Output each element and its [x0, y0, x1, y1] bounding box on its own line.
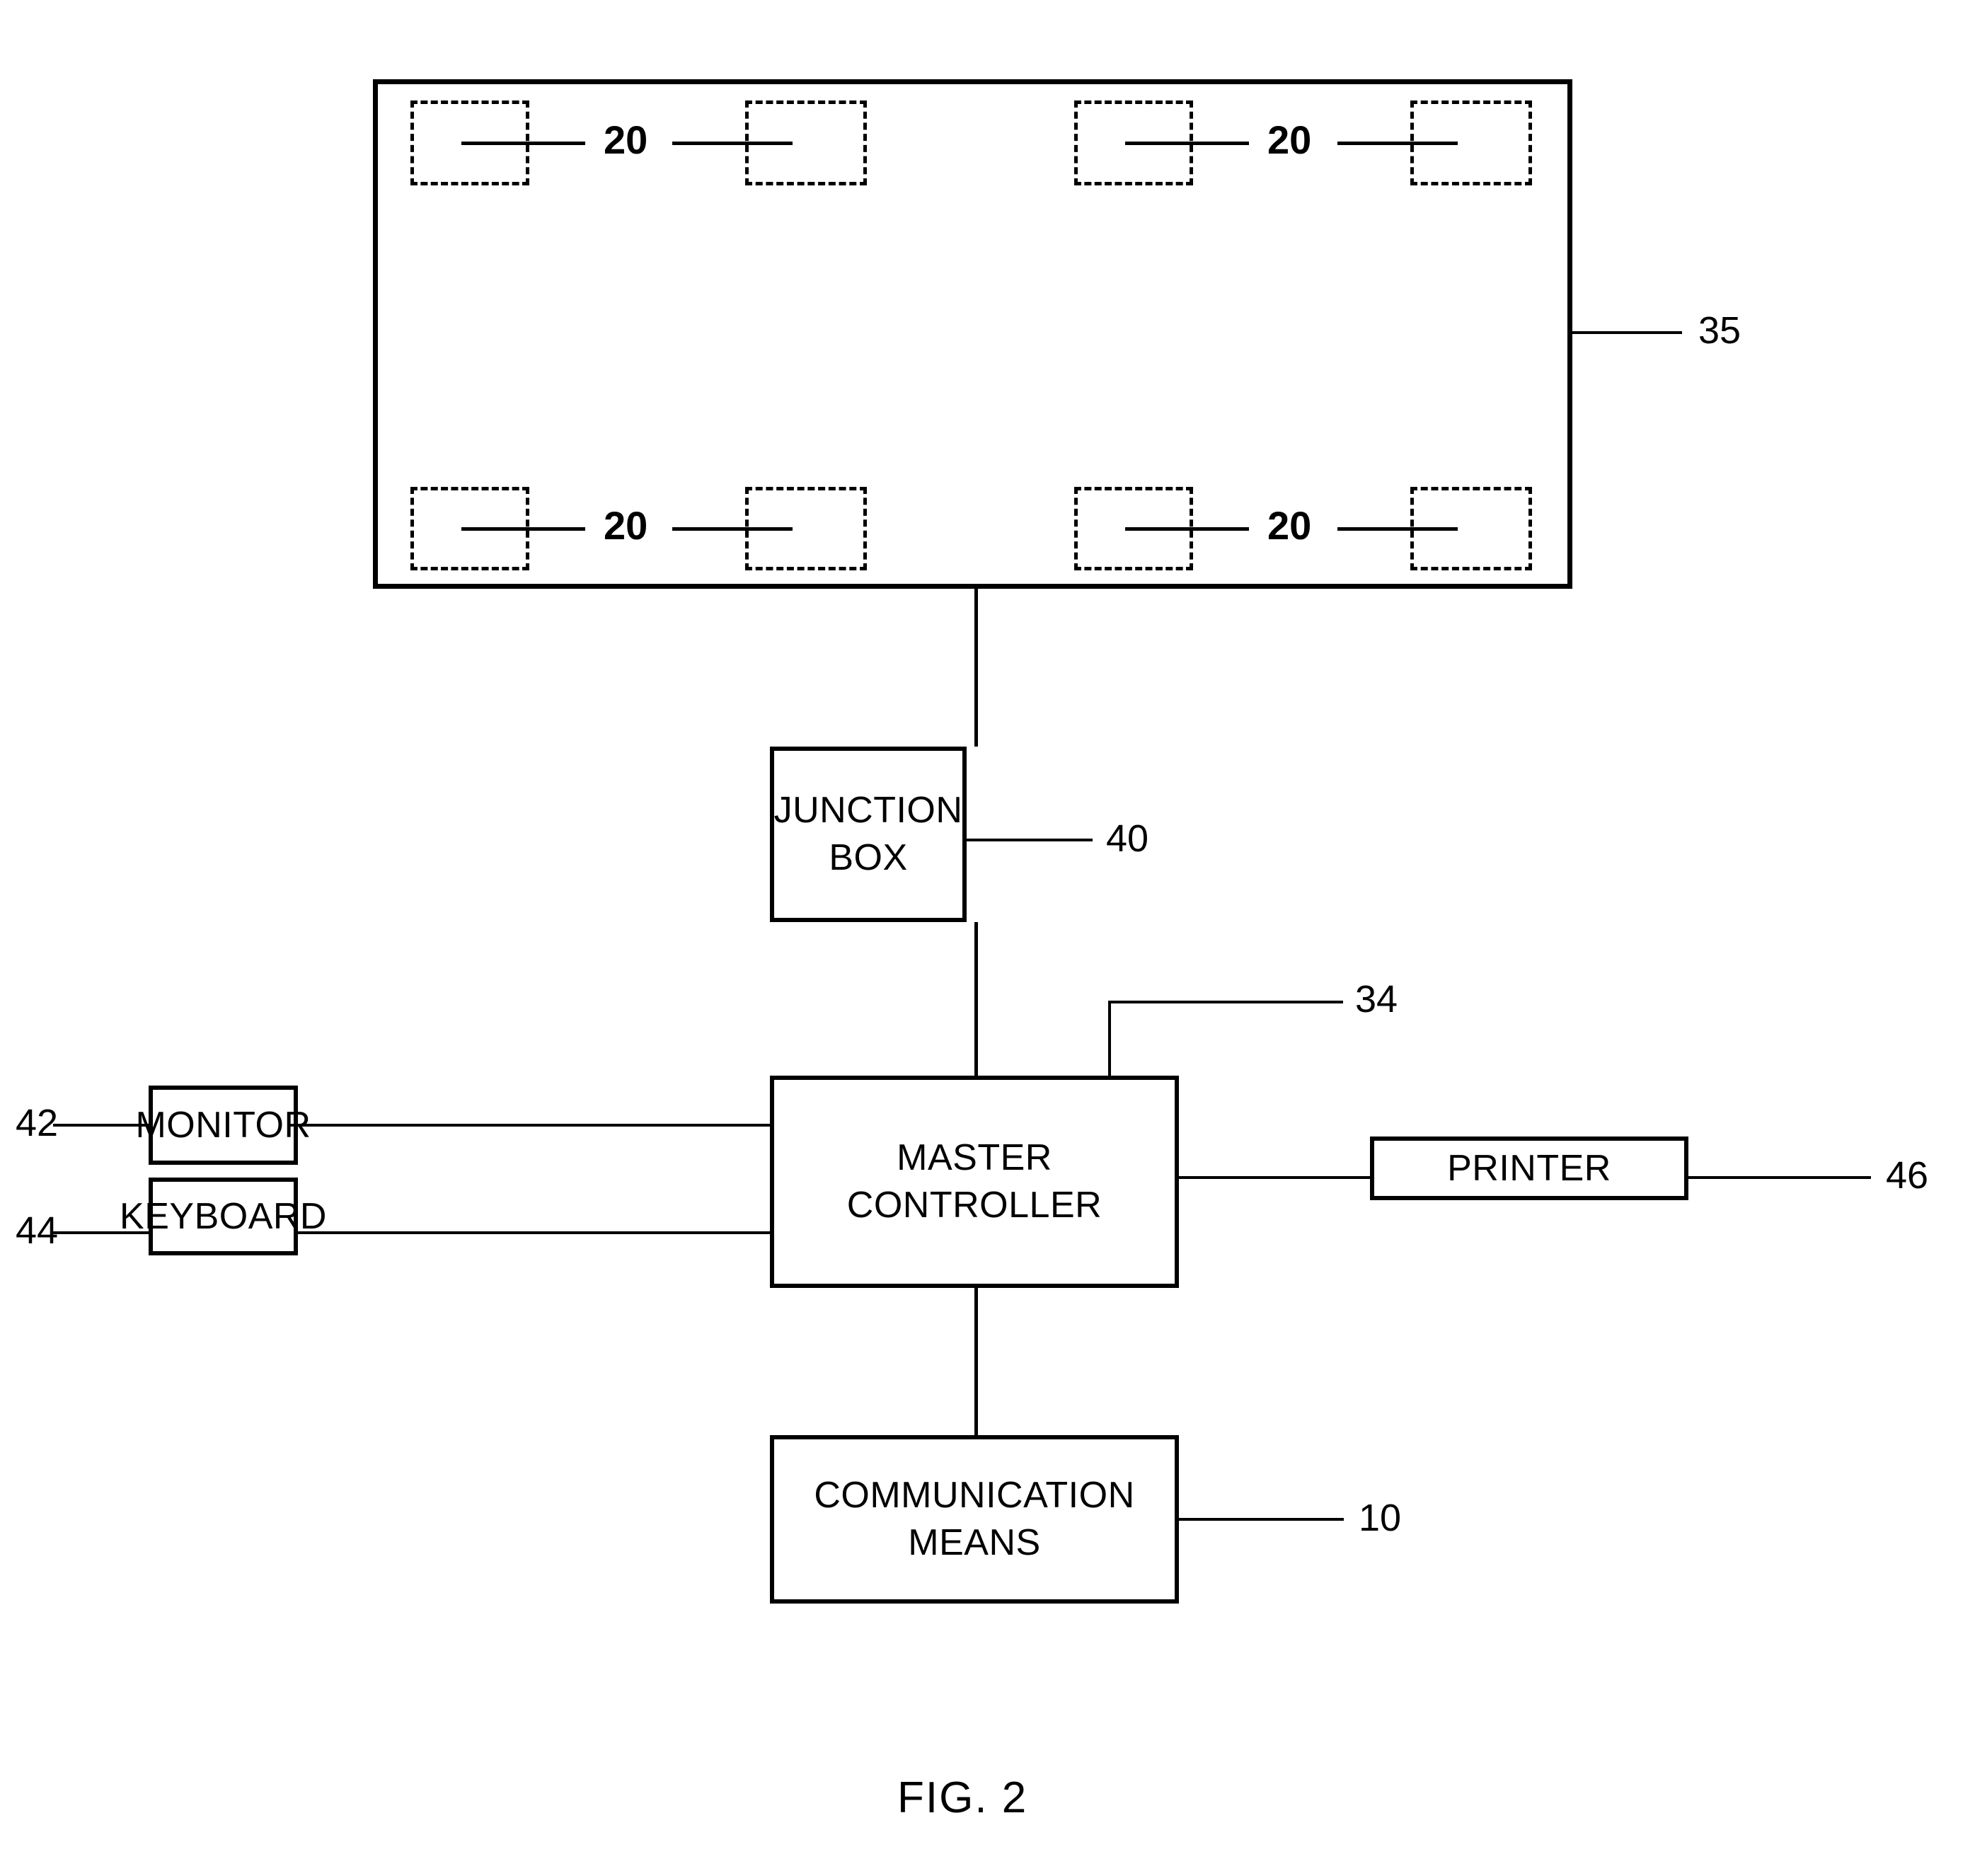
patent-figure-sheet: 20 20 20 20 35 JUNCTION BOX 40 MASTER CO…	[0, 0, 1975, 1876]
module-leader-line	[461, 142, 585, 145]
printer-block[interactable]: PRINTER	[1370, 1136, 1688, 1200]
monitor-block[interactable]: MONITOR	[135, 1086, 311, 1165]
monitor-leader-line	[53, 1124, 151, 1127]
enclosure-leader-line	[1572, 331, 1682, 334]
reference-numeral-20: 20	[604, 503, 648, 548]
reference-numeral-40: 40	[1106, 817, 1149, 860]
junction-box-label: JUNCTION BOX	[773, 790, 963, 878]
module-leader-line	[1337, 527, 1458, 531]
printer-label: PRINTER	[1447, 1147, 1611, 1189]
reference-numeral-20: 20	[1267, 117, 1312, 162]
master-controller-block[interactable]: MASTER CONTROLLER	[770, 1076, 1179, 1288]
figure-caption: FIG. 2	[897, 1773, 1028, 1822]
module-leader-line	[461, 527, 585, 531]
master-controller-label: MASTER CONTROLLER	[846, 1137, 1102, 1226]
communication-means-block[interactable]: COMMUNICATION MEANS	[770, 1435, 1179, 1604]
monitor-label: MONITOR	[135, 1104, 311, 1146]
junction-box-leader-line	[967, 839, 1093, 841]
reference-numeral-20: 20	[1267, 503, 1312, 548]
keyboard-leader-line	[53, 1231, 151, 1234]
junction-box-block[interactable]: JUNCTION BOX	[770, 747, 967, 922]
sensor-platform-enclosure	[373, 79, 1572, 589]
keyboard-to-controller-connector	[298, 1231, 772, 1234]
reference-numeral-20: 20	[604, 117, 648, 162]
master-controller-leader-horizontal	[1108, 1001, 1343, 1003]
enclosure-to-junction-connector	[974, 589, 978, 747]
reference-numeral-35: 35	[1698, 309, 1741, 352]
module-leader-line	[1125, 142, 1249, 145]
reference-numeral-34: 34	[1355, 978, 1398, 1020]
monitor-to-controller-connector	[298, 1124, 772, 1127]
communication-means-leader-line	[1177, 1518, 1344, 1521]
junction-to-controller-connector	[974, 922, 978, 1076]
module-leader-line	[1337, 142, 1458, 145]
master-controller-leader-vertical	[1108, 1001, 1111, 1078]
reference-numeral-42: 42	[16, 1102, 59, 1144]
communication-means-label: COMMUNICATION MEANS	[814, 1475, 1135, 1563]
module-leader-line	[672, 527, 793, 531]
reference-numeral-44: 44	[16, 1209, 59, 1252]
keyboard-block[interactable]: KEYBOARD	[120, 1178, 327, 1255]
module-leader-line	[672, 142, 793, 145]
controller-to-communication-connector	[974, 1288, 978, 1435]
reference-numeral-46: 46	[1886, 1154, 1929, 1197]
reference-numeral-10: 10	[1359, 1497, 1402, 1539]
module-leader-line	[1125, 527, 1249, 531]
controller-to-printer-connector	[1177, 1176, 1372, 1179]
printer-leader-line	[1687, 1176, 1871, 1179]
